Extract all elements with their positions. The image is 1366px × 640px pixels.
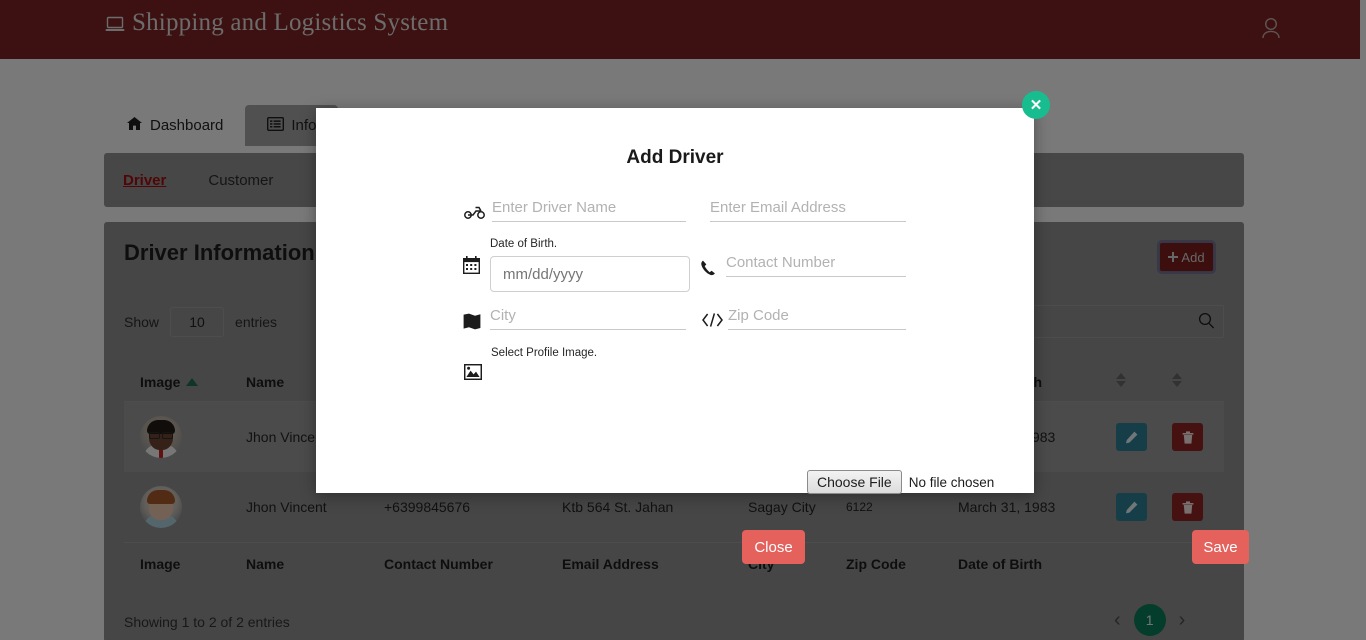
- calendar-icon: [462, 256, 481, 279]
- contact-input[interactable]: [726, 254, 906, 277]
- modal-title: Add Driver: [626, 147, 724, 168]
- screen: Shipping and Logistics System Dashboard …: [0, 0, 1366, 640]
- choose-file-button[interactable]: Choose File: [807, 470, 902, 494]
- driver-name-input[interactable]: [492, 199, 686, 222]
- profile-image-file-input[interactable]: Choose File No file chosen: [807, 470, 994, 494]
- motorcycle-icon: [464, 205, 485, 224]
- dob-input[interactable]: [490, 256, 690, 292]
- profile-image-label: Select Profile Image.: [491, 347, 598, 359]
- city-input[interactable]: [490, 307, 686, 330]
- map-icon: [463, 313, 481, 335]
- close-button[interactable]: Close: [742, 530, 805, 564]
- save-button[interactable]: Save: [1192, 530, 1249, 564]
- close-x-icon[interactable]: ✕: [1022, 91, 1050, 119]
- add-driver-modal: Add Driver Date of Birth. Select Pr: [316, 108, 1249, 564]
- file-status-text: No file chosen: [908, 474, 995, 490]
- dob-label: Date of Birth.: [490, 238, 558, 250]
- zip-input[interactable]: [728, 307, 906, 330]
- email-input[interactable]: [710, 199, 906, 222]
- code-icon: [702, 313, 723, 332]
- image-icon: [463, 363, 483, 385]
- phone-icon: [701, 260, 716, 281]
